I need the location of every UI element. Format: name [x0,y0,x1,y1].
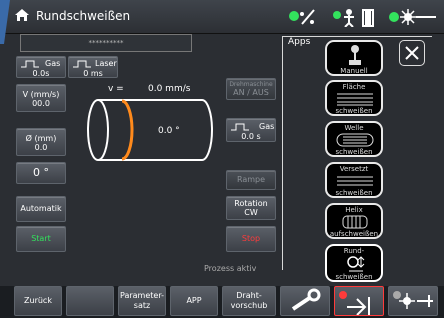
wire-feed-line2: vorschub [230,301,268,310]
app-manuell-label: Manuell [340,67,368,75]
corner-decoration-top [0,0,10,44]
app-welle-title: Welle [344,124,364,132]
parameter-set-line1: Parameter- [120,291,164,300]
app-button-label: APP [186,296,202,305]
back-label: Zurück [24,296,52,305]
gas-value: 0.0s [32,69,50,78]
empty-button[interactable] [66,286,114,316]
gas-pulse-icon [21,60,39,68]
gas-right-value: 0.0 s [241,132,261,141]
app-rund-title: Rund- [343,247,365,255]
laser-label: Laser [95,59,117,68]
speed-value: 00.0 [32,99,50,108]
gas-right-button[interactable]: Gas 0.0 s [226,118,276,142]
connection-status-icon [289,9,315,25]
rotation-button[interactable]: Rotation CW [226,196,276,220]
app-rund-label: schweißen [335,273,373,281]
rotation-label: Rotation [234,199,268,208]
gas-button[interactable]: Gas 0.0s [16,56,66,78]
laser-button[interactable]: Laser 0 ms [68,56,118,78]
helix-icon [342,215,368,229]
app-versetzt-title: Versetzt [339,165,369,173]
app-flaeche-title: Fläche [342,83,366,91]
drehmaschine-button[interactable]: Drehmaschine AN / AUS [226,78,276,100]
gas-right-pulse-icon [231,123,249,131]
parameter-set-line2: satz [133,301,151,310]
start-label: Start [31,234,51,243]
close-icon [405,46,419,60]
gas-label: Gas [45,59,61,68]
back-button[interactable]: Zurück [14,286,62,316]
rotation-value: CW [244,208,258,217]
apps-title: Apps [288,37,311,47]
app-helix-title: Helix [345,206,363,214]
joystick-icon [349,45,361,65]
diameter-label: Ø (mm) [25,134,57,143]
app-welle[interactable]: Welle schweißen [325,121,383,157]
laser-fire-button[interactable] [334,286,384,316]
page-title: Rundschweißen [36,9,131,23]
stop-label: Stop [241,234,261,243]
laser-status-icon [389,9,436,25]
process-status: Prozess aktiv [204,264,257,273]
laser-ready-button[interactable] [388,286,438,316]
angle-value: 0 ° [33,166,49,179]
automatik-button[interactable]: Automatik [16,196,66,222]
app-flaeche[interactable]: Fläche schweißen [325,80,383,116]
screen: Rundschweißen ********** Gas 0.0s Laser … [0,0,444,318]
parameter-set-button[interactable]: Parameter- satz [118,286,166,316]
speed-button[interactable]: V (mm/s) 00.0 [16,84,66,112]
stop-button[interactable]: Stop [226,226,276,252]
cylinder-angle-value: 0.0 ° [158,126,180,136]
wire-feed-line1: Draht- [236,291,262,300]
app-flaeche-label: schweißen [335,107,373,115]
velocity-value: 0.0 mm/s [148,84,191,94]
program-name-field[interactable]: ********** [20,34,192,52]
home-icon[interactable] [14,8,30,22]
angle-button[interactable]: 0 ° [16,162,66,184]
app-versetzt-label: schweißen [335,189,373,197]
drehmaschine-state: AN / AUS [233,88,269,97]
tools-button[interactable] [280,286,330,316]
app-helix-label: aufschweißen [329,230,379,238]
app-manuell[interactable]: Manuell [325,40,383,76]
app-button[interactable]: APP [170,286,218,316]
wire-feed-button[interactable]: Draht- vorschub [222,286,276,316]
laser-value: 0 ms [83,69,103,78]
automatik-label: Automatik [20,204,62,213]
surface-weld-icon [337,93,373,106]
title-bar: Rundschweißen [0,0,444,34]
laser-pulse-icon [73,60,91,68]
drehmaschine-label: Drehmaschine [229,81,273,88]
gas-right-label: Gas [259,122,275,131]
diameter-value: 0.0 [34,143,48,152]
program-name-value: ********** [88,39,124,47]
wrench-icon [291,288,321,311]
rampe-label: Rampe [236,175,266,184]
round-weld-icon [347,256,365,272]
app-welle-label: schweißen [335,148,373,156]
app-rundschweissen[interactable]: Rund- schweißen [325,244,383,282]
close-button[interactable] [399,40,425,66]
diameter-button[interactable]: Ø (mm) 0.0 [16,128,66,156]
laser-ready-icon [393,291,433,309]
start-button[interactable]: Start [16,226,66,252]
laser-fire-icon [339,291,370,316]
offset-weld-icon [337,176,373,186]
rampe-button[interactable]: Rampe [226,170,276,190]
workpiece-cylinder-graphic [87,99,213,161]
shaft-weld-icon [336,133,374,147]
speed-label: V (mm/s) [22,90,60,99]
app-helix[interactable]: Helix aufschweißen [325,203,383,239]
person-door-icon [333,9,374,27]
velocity-equals-label: v = [108,84,124,94]
app-versetzt[interactable]: Versetzt schweißen [325,162,383,198]
